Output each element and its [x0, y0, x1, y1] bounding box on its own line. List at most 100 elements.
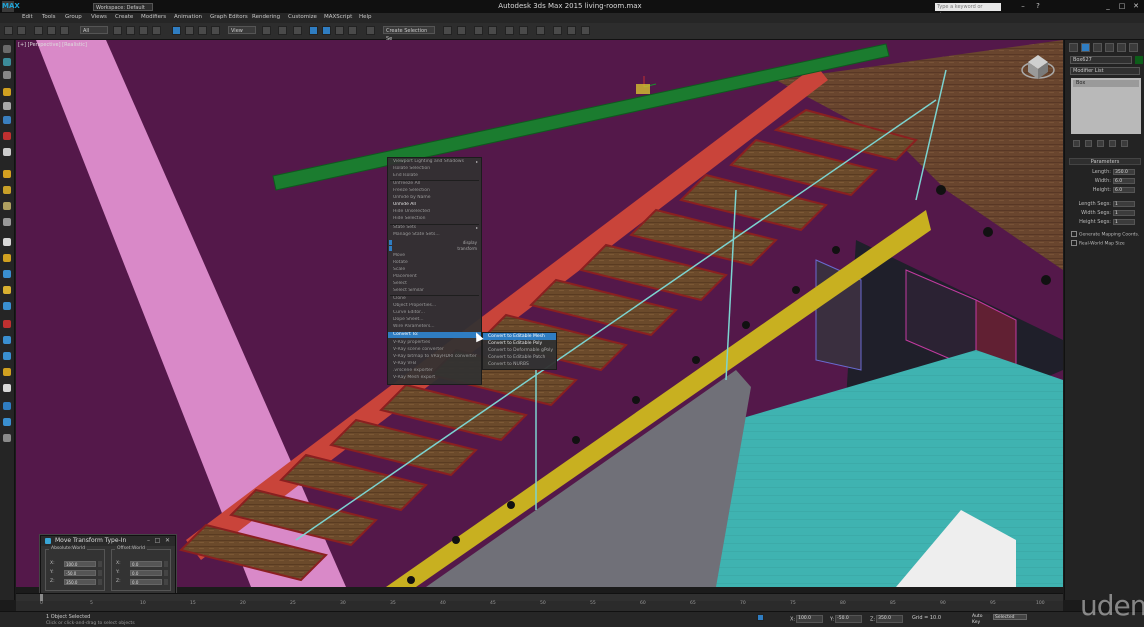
space-warp-icon[interactable]: [3, 186, 11, 194]
undo-icon[interactable]: [4, 26, 13, 35]
quad-item[interactable]: Scale: [388, 267, 481, 273]
quad-item[interactable]: Unhide All: [388, 202, 481, 208]
selection-filter-dropdown[interactable]: All: [80, 26, 108, 34]
quad-item[interactable]: Placement: [388, 274, 481, 280]
system-icon[interactable]: [3, 202, 11, 210]
keyboard-shortcut-icon[interactable]: [293, 26, 302, 35]
select-by-name-icon[interactable]: [126, 26, 135, 35]
unlink-icon[interactable]: [47, 26, 56, 35]
param-width-segs-input[interactable]: 1: [1113, 210, 1135, 216]
quad-item[interactable]: Isolate Selection: [388, 166, 481, 172]
geometry-icon[interactable]: [3, 238, 11, 246]
workspace-dropdown[interactable]: Workspace: Default: [93, 3, 153, 11]
convert-editable-mesh[interactable]: Convert to Editable Mesh: [483, 333, 556, 340]
select-and-place-icon[interactable]: [211, 26, 220, 35]
curve-editor-icon[interactable]: [505, 26, 514, 35]
container-icon[interactable]: [3, 116, 11, 124]
menu-maxscript[interactable]: MAXScript: [324, 14, 352, 20]
link-icon[interactable]: [34, 26, 43, 35]
coord-x-input[interactable]: 100.0: [796, 615, 824, 623]
menu-views[interactable]: Views: [91, 14, 107, 20]
quad-item[interactable]: Hide Selection: [388, 216, 481, 222]
effects-icon[interactable]: [3, 368, 11, 376]
quad-item[interactable]: Curve Editor...: [388, 310, 481, 316]
offset-x-input[interactable]: 0.0: [130, 561, 162, 567]
quad-item[interactable]: Unfreeze All: [388, 181, 481, 187]
menu-animation[interactable]: Animation: [174, 14, 202, 20]
scene-explorer-icon[interactable]: [3, 58, 11, 66]
absolute-z-input[interactable]: 350.0: [64, 579, 96, 585]
named-selection-dropdown[interactable]: Create Selection Se: [383, 26, 435, 42]
select-and-move-icon[interactable]: [172, 26, 181, 35]
window-maximize-button[interactable]: □: [1116, 2, 1128, 11]
track-bar[interactable]: 0 5 10 15 20 25 30 35 40 45 50 55 60 65 …: [16, 601, 1063, 611]
coord-z-input[interactable]: 350.0: [876, 615, 904, 623]
quad-item[interactable]: Object Properties...: [388, 303, 481, 309]
select-and-rotate-icon[interactable]: [185, 26, 194, 35]
minimize-icon[interactable]: –: [1017, 2, 1029, 11]
stack-item-box[interactable]: Box: [1073, 80, 1139, 87]
param-width-input[interactable]: 6.0: [1113, 178, 1135, 184]
graphite-ribbon-icon[interactable]: [488, 26, 497, 35]
quad-item[interactable]: Viewport Lighting and Shadows: [388, 159, 481, 165]
real-world-map-checkbox[interactable]: Real-World Map Size: [1071, 240, 1125, 248]
motion-icon[interactable]: [3, 418, 11, 426]
particle-icon[interactable]: [3, 254, 11, 262]
particle-flow-icon[interactable]: [3, 270, 11, 278]
quad-item[interactable]: Unhide by Name: [388, 195, 481, 201]
edit-named-selection-icon[interactable]: [366, 26, 375, 35]
param-height-input[interactable]: 6.0: [1113, 187, 1135, 193]
helper-icon[interactable]: [3, 148, 11, 156]
menu-tools[interactable]: Tools: [42, 14, 56, 20]
manipulate-icon[interactable]: [278, 26, 287, 35]
selection-region-icon[interactable]: [139, 26, 148, 35]
object-icon[interactable]: [3, 102, 11, 110]
quad-item[interactable]: V-Ray properties: [388, 340, 481, 346]
rendered-frame-window-icon[interactable]: [567, 26, 576, 35]
convert-editable-patch[interactable]: Convert to Editable Patch: [483, 354, 556, 361]
display-icon[interactable]: [3, 384, 11, 392]
lock-icon[interactable]: [3, 320, 11, 328]
menu-rendering[interactable]: Rendering: [252, 14, 280, 20]
mirror-icon[interactable]: [443, 26, 452, 35]
menu-customize[interactable]: Customize: [288, 14, 317, 20]
hierarchy-tab-icon[interactable]: [1093, 43, 1102, 52]
quad-item[interactable]: Clone: [388, 296, 481, 302]
camera-icon[interactable]: [3, 132, 11, 140]
remove-modifier-icon[interactable]: [1109, 140, 1116, 147]
coord-y-input[interactable]: -50.0: [835, 615, 863, 623]
modifier-list-dropdown[interactable]: Modifier List: [1070, 67, 1140, 75]
motion-tab-icon[interactable]: [1105, 43, 1114, 52]
quad-item[interactable]: .vrscene exporter: [388, 368, 481, 374]
parameters-rollout-header[interactable]: Parameters: [1069, 158, 1141, 165]
quad-item[interactable]: Move: [388, 253, 481, 259]
render-production-icon[interactable]: [581, 26, 590, 35]
utilities-tab-icon[interactable]: [1129, 43, 1138, 52]
absolute-x-input[interactable]: 100.0: [64, 561, 96, 567]
pivot-center-icon[interactable]: [262, 26, 271, 35]
dialog-minimize-button[interactable]: –: [145, 538, 152, 544]
dialog-title-bar[interactable]: Move Transform Type-In – □ ✕: [41, 536, 175, 546]
quad-item-convert-to[interactable]: Convert To:: [388, 332, 481, 338]
auto-key-button[interactable]: Auto Key: [972, 614, 990, 625]
quad-item[interactable]: Rotate: [388, 260, 481, 266]
snaps-toggle-icon[interactable]: [309, 26, 318, 35]
quad-item[interactable]: Dope Sheet...: [388, 317, 481, 323]
spinner[interactable]: [164, 579, 168, 585]
dialog-close-button[interactable]: ✕: [164, 538, 171, 544]
light-icon[interactable]: [3, 88, 11, 96]
quad-item[interactable]: V-Ray bitmap to VRayHDRI converter: [388, 354, 481, 360]
display-tab-icon[interactable]: [1117, 43, 1126, 52]
select-object-icon[interactable]: [113, 26, 122, 35]
selection-lock-icon[interactable]: [757, 614, 764, 621]
quad-item[interactable]: V-Ray VFB: [388, 361, 481, 367]
convert-deformable-gpoly[interactable]: Convert to Deformable gPoly: [483, 347, 556, 354]
help-icon[interactable]: ?: [1032, 2, 1044, 11]
quad-item[interactable]: End Isolate: [388, 173, 481, 179]
search-input[interactable]: Type a keyword or phrase: [935, 3, 1001, 18]
sun-icon[interactable]: [3, 286, 11, 294]
app-logo[interactable]: MAX: [2, 1, 20, 12]
quad-item[interactable]: Select Similar: [388, 288, 481, 294]
spinner[interactable]: [164, 561, 168, 567]
spinner-snap-icon[interactable]: [348, 26, 357, 35]
